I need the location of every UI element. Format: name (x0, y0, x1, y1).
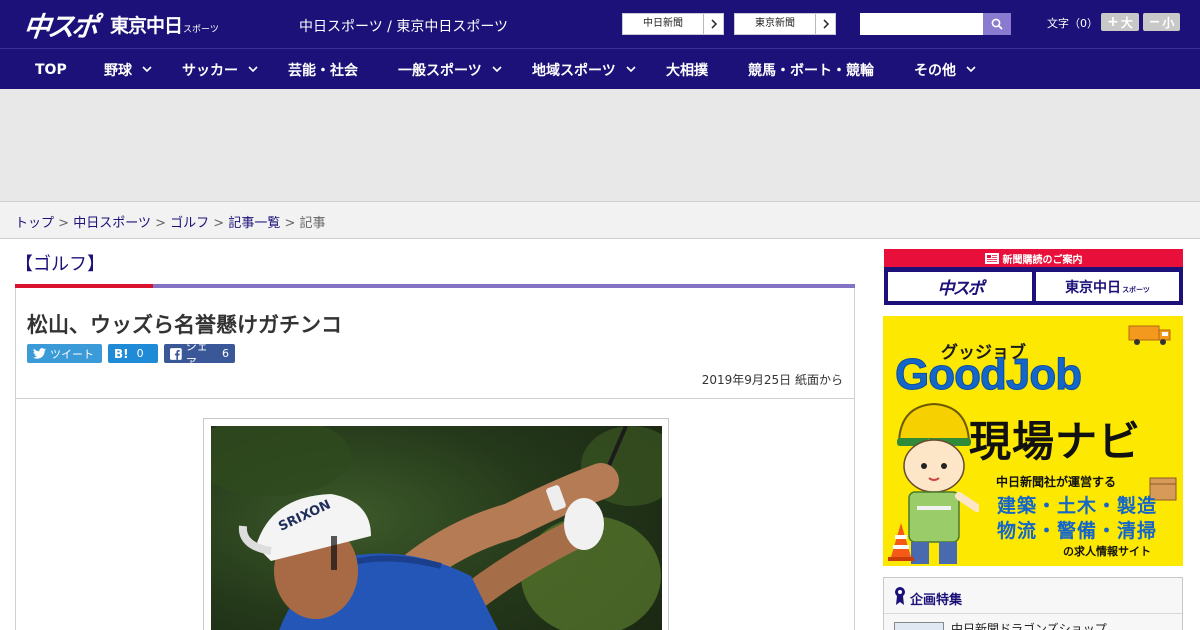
chunichi-shimbun-label: 中日新聞 (643, 18, 683, 29)
goodjob-jobs-line1: 建築・土木・製造 (997, 495, 1158, 517)
twitter-share-label: ツイート (50, 347, 94, 361)
goodjob-ad[interactable]: + グッジョブ GoodJob 現場ナビ 中日新聞社が運営する 建築・土木・製造… (883, 316, 1183, 566)
subscription-header: 新聞購読のご案内 (884, 249, 1183, 267)
search-button[interactable] (983, 13, 1011, 35)
logo-sports-small: スポーツ (183, 24, 219, 35)
chevron-down-icon (966, 66, 976, 73)
breadcrumb-separator: > (155, 216, 166, 231)
subscription-header-label: 新聞購読のご案内 (1002, 254, 1083, 266)
nav-item-4[interactable]: 一般スポーツ (398, 49, 502, 90)
twitter-icon (33, 348, 46, 359)
goodjob-jobs-line2: 物流・警備・清掃 (997, 520, 1158, 542)
chunichi-shimbun-link[interactable]: 中日新聞 (622, 13, 724, 35)
article-headline: 松山、ウッズら名誉懸けガチンコ (27, 313, 342, 337)
feature-section-title: 企画特集 (910, 593, 963, 608)
publish-date: 2019年9月25日 紙面から (701, 373, 843, 387)
nav-item-label: その他 (914, 62, 956, 79)
chevron-down-icon (248, 66, 258, 73)
article-divider (16, 398, 854, 399)
minus-icon: − (1148, 14, 1161, 30)
feature-section: 企画特集 中日新聞ドラゴンズショップ (883, 577, 1183, 630)
nav-item-8[interactable]: その他 (914, 49, 976, 90)
facebook-count: 6 (222, 347, 229, 360)
facebook-icon (170, 347, 182, 360)
hatena-bookmark-button[interactable]: B! 0 (108, 344, 158, 363)
breadcrumb-top[interactable]: トップ (15, 216, 54, 231)
nav-item-5[interactable]: 地域スポーツ (532, 49, 636, 90)
goodjob-logo: GoodJob (894, 350, 1082, 400)
chevron-down-icon (142, 66, 152, 73)
twitter-share-button[interactable]: ツイート (27, 344, 102, 363)
nav-item-label: 地域スポーツ (532, 62, 616, 79)
truck-icon (1128, 325, 1171, 345)
hatena-icon: B! (114, 346, 129, 361)
nav-item-3[interactable]: 芸能・社会 (288, 49, 358, 90)
feature-divider (884, 613, 1182, 614)
chevron-right-icon (703, 14, 723, 34)
newspaper-icon (984, 252, 999, 264)
goodjob-operator: 中日新聞社が運営する (996, 475, 1117, 489)
breadcrumb-golf[interactable]: ゴルフ (170, 216, 209, 231)
feature-thumbnail[interactable] (894, 622, 944, 630)
logo-chuspo: 中スポ (22, 11, 98, 43)
plus-icon: + (1107, 14, 1119, 30)
nav-item-label: 競馬・ボート・競輪 (748, 62, 874, 79)
top-header: 中スポ 東京中日 スポーツ 中日スポーツ / 東京中日スポーツ 中日新聞 東京新… (0, 0, 1200, 48)
article-photo[interactable]: SRIXON (211, 426, 662, 630)
nav-item-label: 芸能・社会 (288, 62, 358, 79)
article-photo-frame: SRIXON (203, 418, 669, 630)
search-input[interactable] (860, 13, 983, 35)
goodjob-title: 現場ナビ (969, 417, 1142, 466)
nav-item-2[interactable]: サッカー (182, 49, 258, 90)
subscribe-chuspo-button[interactable]: 中スポ (888, 272, 1032, 301)
logo-tokyo-chunichi: 東京中日 (110, 14, 183, 37)
nav-item-label: TOP (35, 61, 67, 78)
font-bigger-button[interactable]: + 大 (1101, 13, 1139, 31)
site-title: 中日スポーツ / 東京中日スポーツ (299, 19, 509, 35)
subscribe-tokyo-label: 東京中日 (1065, 279, 1122, 296)
font-size-label: 文字（0） (1047, 17, 1098, 30)
breadcrumb-current: 記事 (299, 216, 326, 231)
hatena-count: 0 (136, 347, 144, 360)
breadcrumb-separator: > (58, 216, 70, 231)
nav-item-label: サッカー (182, 62, 238, 79)
breadcrumb-article-list[interactable]: 記事一覧 (228, 216, 280, 231)
font-smaller-button[interactable]: − 小 (1143, 13, 1180, 31)
main-nav: TOP 野球 サッカー 芸能・社会 一般スポーツ 地域スポーツ 大相撲 競馬・ボート・競輪 その… (0, 48, 1200, 89)
facebook-share-button[interactable]: シェア 6 (164, 340, 235, 369)
nav-item-1[interactable]: 野球 (104, 49, 152, 90)
tokyo-shimbun-label: 東京新聞 (755, 18, 795, 29)
ad-banner-area (0, 89, 1200, 201)
nav-item-label: 大相撲 (666, 62, 708, 79)
breadcrumb: トップ > 中日スポーツ > ゴルフ > 記事一覧 > 記事 (15, 212, 326, 231)
breadcrumb-separator: > (213, 216, 225, 231)
chevron-right-icon (815, 14, 835, 34)
search-icon (991, 18, 1003, 30)
font-smaller-label: 小 (1162, 15, 1175, 30)
article-card: 松山、ウッズら名誉懸けガチンコ ツイート B! 0 シェア 6 2019年9月2… (15, 288, 855, 630)
feature-item-link[interactable]: 中日新聞ドラゴンズショップ (951, 620, 1107, 630)
chevron-down-icon (626, 66, 636, 73)
subscribe-tokyo-small: スポーツ (1122, 285, 1150, 294)
section-title: 【ゴルフ】 (15, 254, 105, 275)
nav-item-0[interactable]: TOP (35, 49, 67, 90)
breadcrumb-chunichi-sports[interactable]: 中日スポーツ (73, 216, 151, 231)
nav-item-6[interactable]: 大相撲 (666, 49, 708, 90)
subscribe-tokyo-chunichi-button[interactable]: 東京中日 スポーツ (1036, 272, 1179, 301)
chevron-down-icon (492, 66, 502, 73)
site-logo[interactable]: 中スポ 東京中日 スポーツ (22, 8, 219, 43)
nav-item-7[interactable]: 競馬・ボート・競輪 (748, 49, 874, 90)
tokyo-shimbun-link[interactable]: 東京新聞 (734, 13, 836, 35)
facebook-share-label: シェア (185, 339, 208, 369)
nav-item-label: 野球 (104, 62, 132, 79)
goodjob-tagline: の求人情報サイト (1063, 545, 1151, 558)
breadcrumb-bar: トップ > 中日スポーツ > ゴルフ > 記事一覧 > 記事 (0, 201, 1200, 239)
subscription-banner: 新聞購読のご案内 中スポ 東京中日 スポーツ (884, 249, 1183, 305)
breadcrumb-separator: > (284, 216, 296, 231)
font-bigger-label: 大 (1120, 15, 1133, 30)
cone-icon (888, 523, 914, 561)
nav-item-label: 一般スポーツ (398, 62, 482, 79)
ribbon-icon (895, 587, 905, 605)
